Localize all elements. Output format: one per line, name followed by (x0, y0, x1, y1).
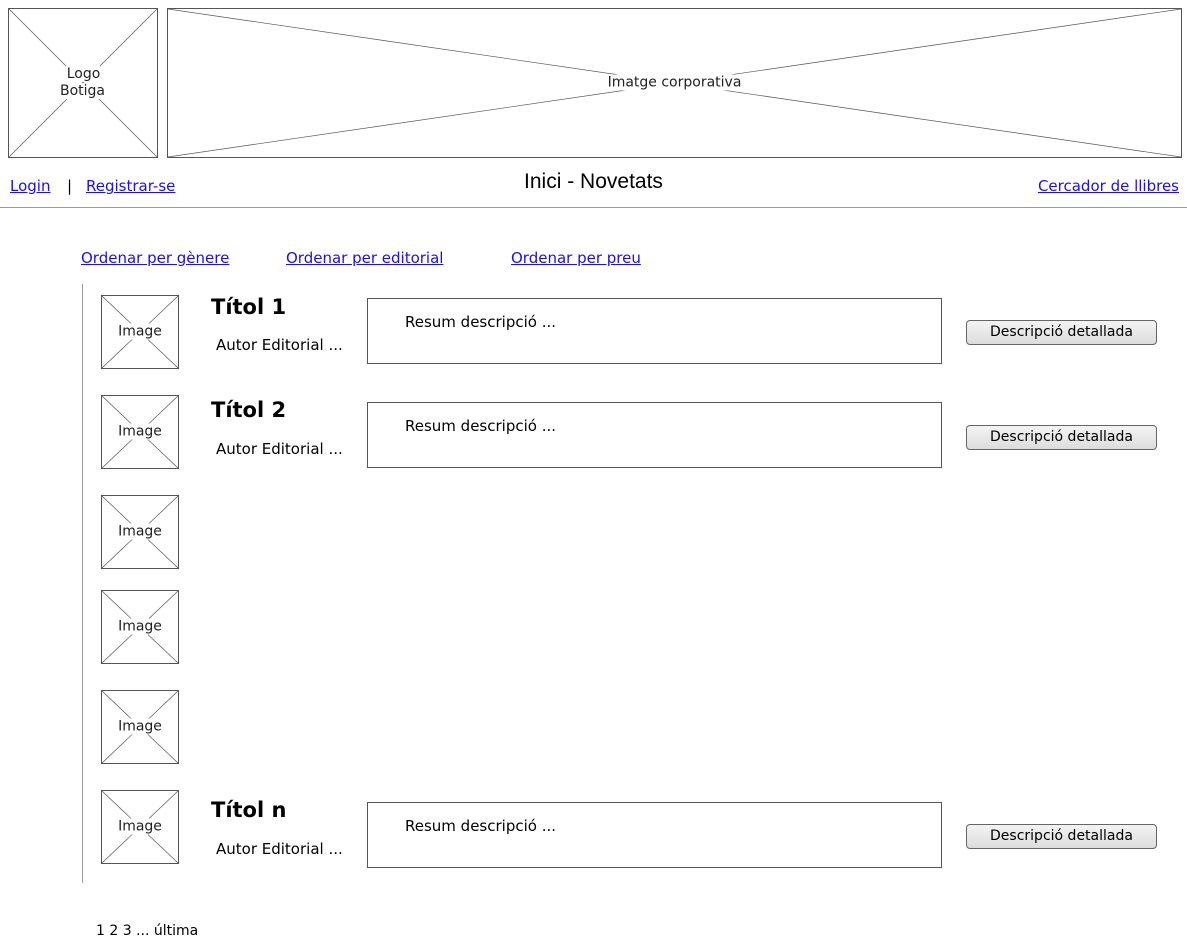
book-author-publisher: Autor Editorial ... (216, 440, 343, 458)
book-author-publisher: Autor Editorial ... (216, 336, 343, 354)
image-label: Image (117, 618, 163, 635)
header-divider (0, 207, 1187, 208)
detailed-description-button[interactable]: Descripció detallada (966, 320, 1157, 345)
book-title: Títol n (211, 798, 287, 822)
book-summary-box: Resum descripció ... (367, 402, 942, 468)
book-cover-placeholder: Image (101, 590, 179, 664)
sort-by-genre-link[interactable]: Ordenar per gènere (81, 249, 229, 267)
book-title: Títol 1 (211, 295, 287, 319)
list-divider (82, 284, 83, 883)
banner-label: Imatge corporativa (606, 74, 743, 91)
book-summary-box: Resum descripció ... (367, 298, 942, 364)
store-logo-placeholder: Logo Botiga (8, 8, 158, 158)
sort-by-price-link[interactable]: Ordenar per preu (511, 249, 641, 267)
image-label: Image (117, 818, 163, 835)
corporate-banner-placeholder: Imatge corporativa (167, 8, 1182, 158)
book-search-link[interactable]: Cercador de llibres (1038, 177, 1179, 195)
pagination[interactable]: 1 2 3 ... última (96, 923, 198, 939)
page-title: Inici - Novetats (524, 170, 663, 193)
image-label: Image (117, 523, 163, 540)
book-summary: Resum descripció ... (405, 817, 557, 835)
image-label: Image (117, 718, 163, 735)
book-cover-placeholder: Image (101, 690, 179, 764)
image-label: Image (117, 323, 163, 340)
book-summary: Resum descripció ... (405, 313, 557, 331)
book-summary-box: Resum descripció ... (367, 802, 942, 868)
image-label: Image (117, 423, 163, 440)
book-title: Títol 2 (211, 398, 287, 422)
book-cover-placeholder: Image (101, 395, 179, 469)
book-author-publisher: Autor Editorial ... (216, 840, 343, 858)
sort-by-publisher-link[interactable]: Ordenar per editorial (286, 249, 443, 267)
book-cover-placeholder: Image (101, 790, 179, 864)
book-cover-placeholder: Image (101, 295, 179, 369)
detailed-description-button[interactable]: Descripció detallada (966, 425, 1157, 450)
logo-label: Logo Botiga (59, 66, 106, 99)
detailed-description-button[interactable]: Descripció detallada (966, 824, 1157, 849)
book-summary: Resum descripció ... (405, 417, 557, 435)
book-cover-placeholder: Image (101, 495, 179, 569)
